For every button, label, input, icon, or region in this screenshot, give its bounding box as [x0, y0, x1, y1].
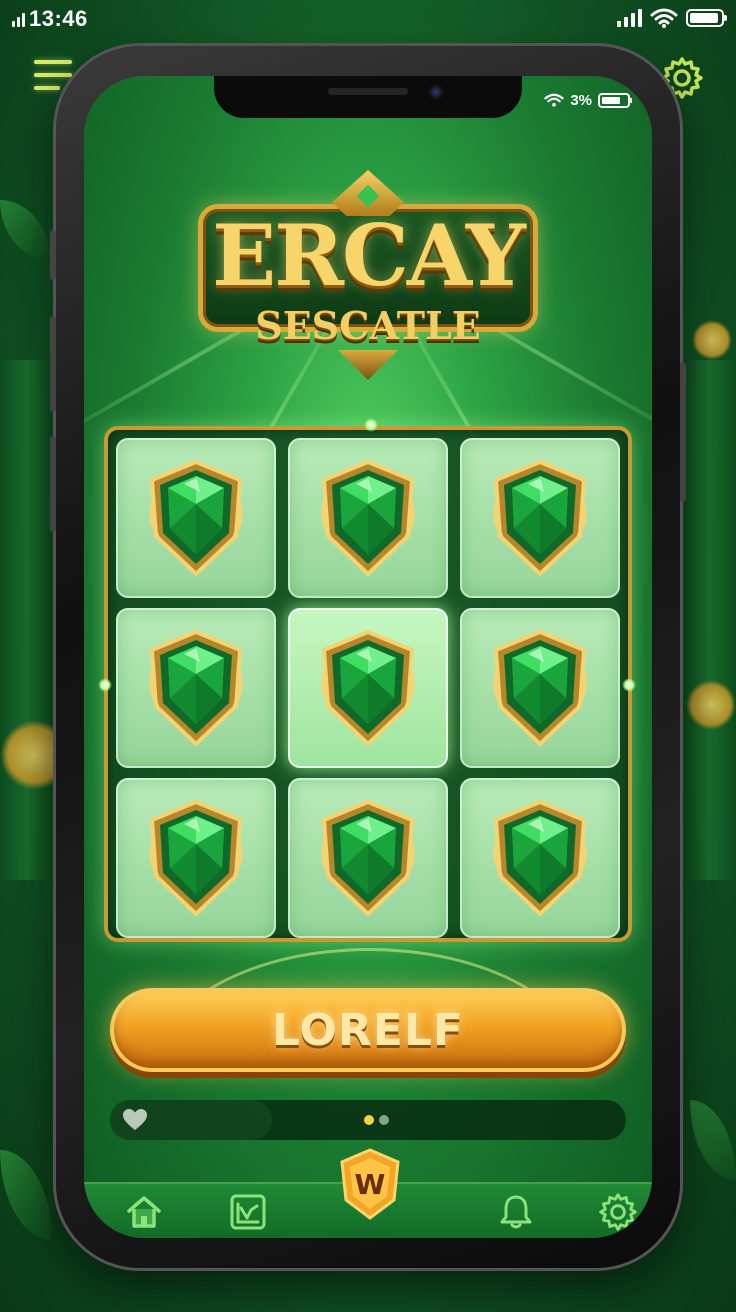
front-camera — [428, 84, 444, 100]
background-pillar-right — [682, 360, 736, 880]
background-leaf — [0, 1150, 52, 1240]
page-dot — [364, 1115, 374, 1125]
battery-icon — [686, 9, 727, 27]
background-pillar-left — [0, 360, 54, 880]
grid-cell[interactable] — [116, 778, 276, 938]
emerald-gem-icon — [493, 460, 587, 576]
nav-settings[interactable] — [588, 1184, 648, 1238]
spin-button-label: LORELF — [272, 1004, 464, 1056]
speaker-grille — [328, 88, 408, 95]
emerald-gem-icon — [321, 630, 415, 746]
emerald-gem-icon — [321, 460, 415, 576]
phone-notch — [214, 76, 522, 118]
wifi-icon — [544, 93, 564, 107]
chart-icon — [230, 1194, 266, 1230]
emerald-gem-icon — [149, 460, 243, 576]
sparkle — [98, 678, 112, 692]
phone-power-button — [680, 362, 686, 502]
status-time-text: 13:46 — [29, 6, 88, 31]
grid-cell[interactable] — [288, 608, 448, 768]
emerald-gem-icon — [493, 800, 587, 916]
grid-cell[interactable] — [460, 778, 620, 938]
background-leaf — [0, 200, 50, 260]
heart-icon — [123, 1109, 147, 1130]
grid-cell[interactable] — [460, 608, 620, 768]
phone-frame: 3% ERCAY SESCATLE LORELF W — [50, 46, 686, 1268]
battery-icon — [598, 93, 632, 108]
inner-battery-text: 3% — [570, 92, 592, 109]
sparkle — [622, 678, 636, 692]
sparkle — [364, 418, 378, 432]
nav-home[interactable] — [114, 1184, 174, 1238]
background-flower-right — [686, 680, 736, 730]
phone-volume-down — [50, 436, 56, 532]
spin-button[interactable]: LORELF — [110, 988, 626, 1072]
emerald-gem-icon — [149, 800, 243, 916]
menu-icon[interactable] — [34, 60, 72, 90]
home-icon — [127, 1196, 161, 1228]
cellular-signal-icon — [617, 9, 642, 27]
settings-icon — [599, 1193, 637, 1231]
grid-cell[interactable] — [460, 438, 620, 598]
emerald-gem-icon — [321, 800, 415, 916]
device-status-bar: 13:46 — [0, 0, 736, 40]
inner-status-icons: 3% — [544, 92, 632, 109]
grid-cell[interactable] — [288, 438, 448, 598]
page-dot — [379, 1115, 389, 1125]
wifi-icon — [650, 8, 678, 28]
nav-stats[interactable] — [218, 1184, 278, 1238]
emerald-gem-icon — [149, 630, 243, 746]
logo-point — [338, 350, 398, 380]
page-indicator — [364, 1115, 389, 1125]
gem-grid — [116, 438, 620, 938]
grid-cell[interactable] — [116, 608, 276, 768]
status-icons — [617, 8, 727, 28]
game-screen: 3% ERCAY SESCATLE LORELF W — [84, 76, 652, 1238]
status-time: 13:46 — [12, 6, 88, 32]
nav-rewards-badge[interactable]: W — [338, 1148, 402, 1220]
phone-volume-up — [50, 316, 56, 412]
badge-letter: W — [354, 1168, 386, 1201]
bell-icon — [500, 1195, 532, 1229]
background-leaf — [690, 1100, 736, 1180]
background-flower-right-top — [692, 320, 732, 360]
bottom-navigation: W — [84, 1148, 652, 1238]
grid-cell[interactable] — [116, 438, 276, 598]
nav-notifications[interactable] — [486, 1184, 546, 1238]
grid-cell[interactable] — [288, 778, 448, 938]
signal-icon — [12, 11, 25, 27]
game-logo: ERCAY SESCATLE — [194, 164, 542, 384]
logo-subtitle: SESCATLE — [255, 303, 481, 348]
game-board — [98, 418, 636, 942]
progress-bar — [110, 1100, 626, 1140]
emerald-gem-icon — [493, 630, 587, 746]
logo-title: ERCAY — [212, 206, 526, 305]
phone-side-button — [50, 230, 56, 280]
